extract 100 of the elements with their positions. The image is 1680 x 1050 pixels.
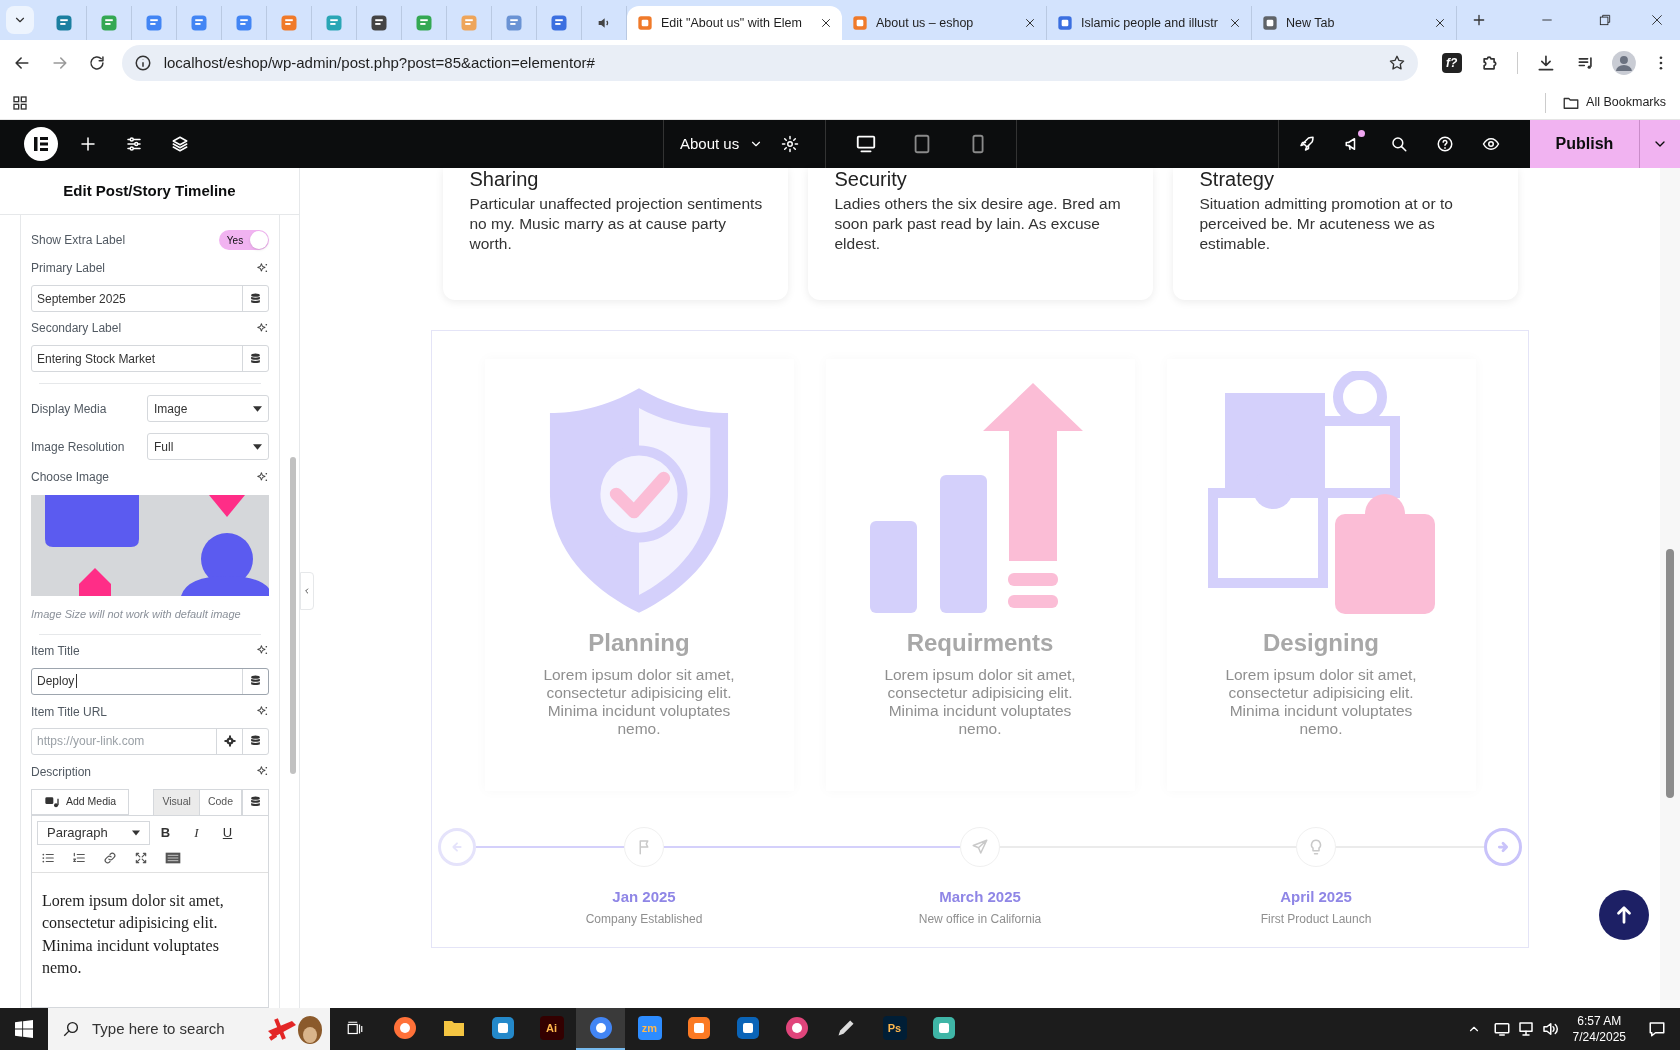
tab-title: New Tab — [1286, 14, 1336, 32]
plus-icon — [1471, 12, 1487, 28]
gear-icon[interactable] — [781, 135, 800, 153]
apps-grid-icon[interactable] — [12, 94, 28, 111]
desktop-icon — [855, 133, 877, 155]
network-icon[interactable] — [1492, 1020, 1511, 1038]
scrollbar-thumb[interactable] — [290, 457, 296, 774]
plane-icon — [971, 838, 989, 856]
text-field[interactable]: Entering Stock Market — [31, 345, 269, 372]
close-icon[interactable] — [1229, 17, 1241, 29]
restore-icon[interactable] — [1598, 13, 1612, 27]
timeline-title: Designing — [1263, 628, 1379, 658]
close-icon[interactable] — [1434, 17, 1446, 29]
timeline-marker[interactable] — [624, 827, 664, 867]
caret-down-icon — [253, 405, 262, 412]
monitor-icon[interactable] — [1516, 1020, 1535, 1038]
page-title-menu[interactable]: About us — [680, 132, 764, 156]
timeline-date: April 2025 — [1280, 887, 1352, 907]
browser-tab[interactable]: Edit "About us" with Elem — [627, 6, 842, 40]
select-field[interactable]: Full — [147, 433, 269, 460]
close-icon[interactable] — [820, 17, 832, 29]
address-bar[interactable]: localhost/eshop/wp-admin/post.php?post=85&action=elementor# — [121, 45, 1418, 81]
feature-title: Strategy — [1199, 168, 1275, 190]
taskbar-app[interactable]: Ps — [870, 1008, 919, 1050]
database-icon — [250, 735, 261, 747]
eye-icon — [1482, 135, 1500, 153]
star-icon[interactable] — [1387, 54, 1406, 72]
format-bold-button[interactable]: B — [150, 820, 181, 845]
bookmarks-label: All Bookmarks — [1586, 94, 1666, 112]
volume-icon[interactable] — [1540, 1020, 1559, 1038]
format-underline-button[interactable]: U — [212, 820, 243, 845]
notification-center-icon[interactable] — [1648, 1020, 1666, 1038]
extension-button[interactable]: f? — [1441, 53, 1462, 73]
back-to-top-button[interactable] — [1599, 890, 1649, 940]
feature-title: Security — [834, 168, 908, 190]
format-select[interactable]: Paragraph — [37, 820, 150, 845]
text-field[interactable]: September 2025 — [31, 285, 269, 312]
keyboard-icon[interactable] — [165, 851, 181, 865]
editor-mode-tab[interactable]: Visual — [153, 788, 199, 815]
plus-icon — [79, 135, 97, 153]
field-label: Image Resolution — [31, 438, 126, 456]
scrollbar-thumb[interactable] — [1666, 549, 1674, 798]
timeline-date: Jan 2025 — [612, 887, 676, 907]
timeline-description: Lorem ipsum dolor sit amet, consectetur adipisicing elit. Minima incidunt voluptates nemo. — [883, 666, 1077, 738]
close-icon[interactable] — [1650, 13, 1664, 27]
url-text: localhost/eshop/wp-admin/post.php?post=85&action=elementor# — [163, 52, 596, 73]
taskbar-app[interactable]: Ai — [527, 1008, 576, 1050]
feature-text: Particular unaffected projection sentiments no my. Music marry as at cause party worth. — [469, 194, 764, 254]
toggle-switch[interactable]: Yes — [219, 230, 269, 250]
image-note: Image Size will not work with default image — [31, 607, 242, 622]
field-label: Choose Image — [31, 469, 110, 486]
field-label: Item Title URL — [31, 703, 108, 721]
tab-title: About us – eshop — [876, 14, 975, 32]
bookmarks-folder[interactable]: All Bookmarks — [1562, 93, 1666, 112]
feature-title: Sharing — [469, 168, 540, 190]
reload-icon[interactable] — [87, 54, 106, 72]
timeline-caption: Company Established — [585, 911, 703, 927]
ai-sparkle-icon[interactable] — [256, 765, 269, 778]
field-label: Show Extra Label — [31, 232, 126, 249]
feature-text: Ladies others the six desire age. Bred am soon park past read by lain. As excuse eldest. — [834, 194, 1122, 254]
ai-sparkle-icon[interactable] — [256, 261, 269, 275]
help-icon — [1436, 135, 1454, 153]
ai-sparkle-icon[interactable] — [256, 644, 269, 657]
bulleted-list-icon[interactable] — [41, 851, 55, 865]
taskbar-app[interactable] — [576, 1008, 625, 1050]
numbered-list-icon[interactable] — [72, 851, 86, 865]
app-logo: Ps — [882, 1016, 907, 1040]
info-icon[interactable] — [133, 54, 152, 72]
app-logo: Ai — [539, 1016, 564, 1040]
avatar-icon[interactable] — [1612, 51, 1637, 75]
field-label: Display Media — [31, 400, 108, 418]
ai-sparkle-icon[interactable] — [256, 321, 269, 335]
ai-sparkle-icon[interactable] — [256, 470, 269, 484]
close-icon[interactable] — [1024, 17, 1036, 29]
add-media-button[interactable]: Add Media — [31, 788, 130, 815]
ai-sparkle-icon[interactable] — [256, 705, 269, 718]
timeline-description: Lorem ipsum dolor sit amet, consectetur adipisicing elit. Minima incidunt voluptates nemo. — [542, 666, 736, 738]
select-field[interactable]: Image — [147, 395, 269, 422]
taskbar-search-field[interactable]: Type here to search — [48, 1008, 330, 1050]
link-icon[interactable] — [103, 851, 117, 865]
search-icon — [62, 1020, 80, 1038]
fullscreen-icon[interactable] — [134, 851, 148, 865]
field-label: Item Title — [31, 642, 80, 660]
text-field[interactable]: Deploy — [31, 667, 269, 695]
publish-button[interactable]: Publish — [1530, 120, 1639, 168]
database-icon — [250, 796, 261, 808]
panel-title: Edit Post/Story Timeline — [63, 180, 236, 201]
tab-title: Edit "About us" with Elem — [661, 14, 803, 32]
layers-icon — [171, 135, 189, 153]
format-italic-button[interactable]: I — [181, 820, 212, 845]
elementor-logo-icon[interactable] — [24, 127, 58, 161]
editor-mode-tab[interactable]: Code — [198, 788, 241, 815]
field-label: Secondary Label — [31, 320, 122, 337]
timeline-marker[interactable] — [1296, 827, 1336, 867]
clock[interactable]: 6:57 AM 7/24/2025 — [1572, 1013, 1626, 1045]
windows-icon — [15, 1020, 33, 1038]
field-label: Description — [31, 763, 92, 781]
caret-down-icon — [132, 829, 140, 836]
app-logo: zm — [637, 1016, 662, 1040]
timeline-marker[interactable] — [960, 827, 1000, 867]
